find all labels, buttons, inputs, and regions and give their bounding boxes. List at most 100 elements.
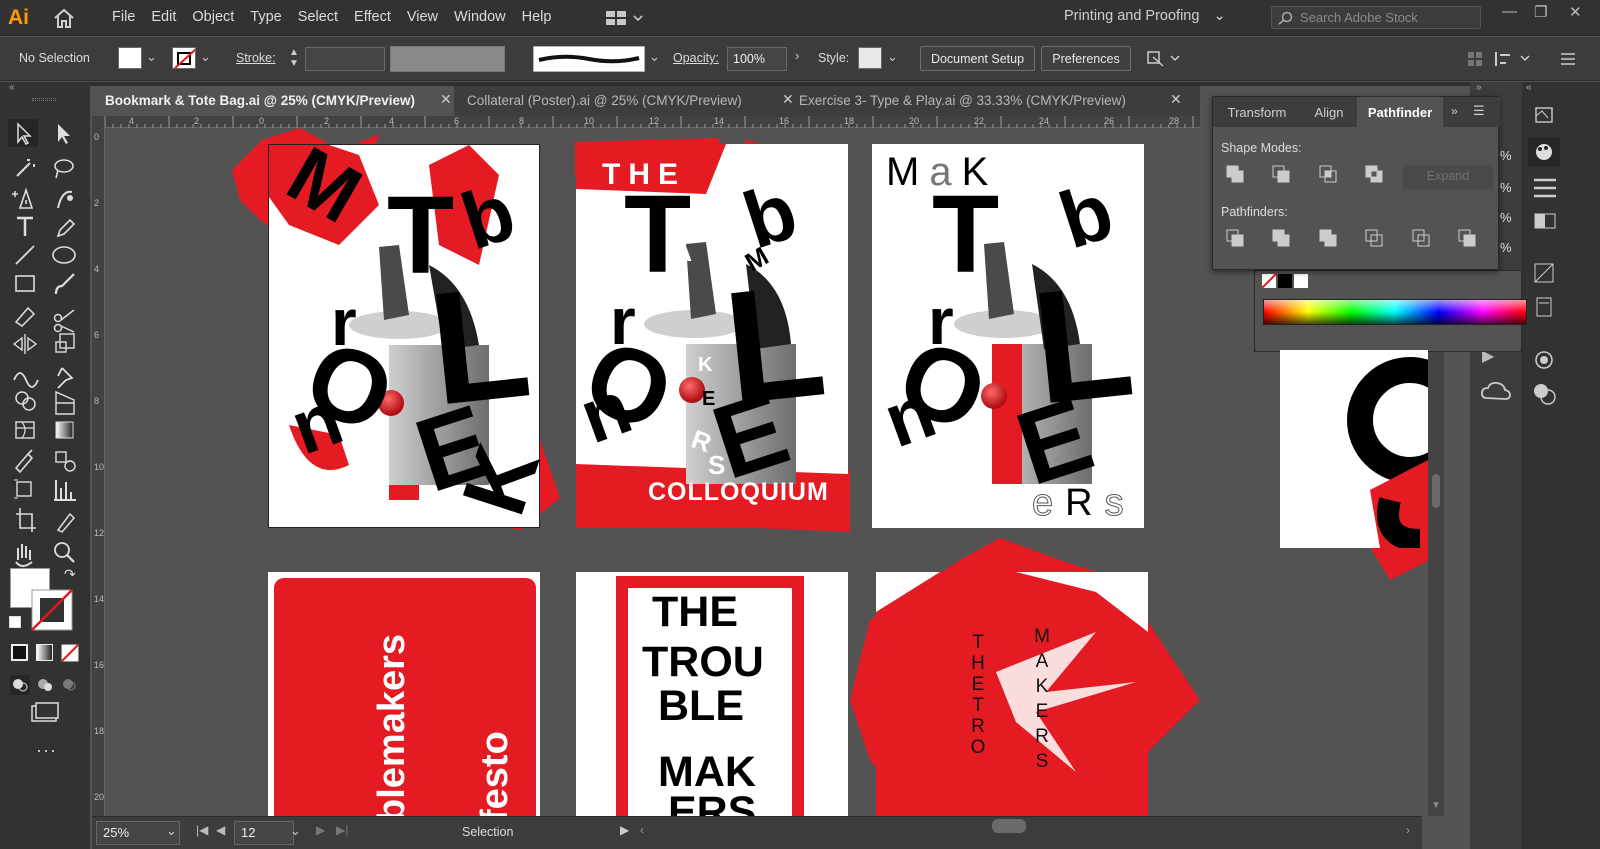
- tab-pathfinder[interactable]: Pathfinder: [1357, 97, 1443, 127]
- poster-colloquium: COLLOQUIUM: [648, 478, 829, 506]
- creative-cloud-icon[interactable]: [1480, 380, 1512, 404]
- home-icon[interactable]: [52, 7, 76, 29]
- menu-select[interactable]: Select: [298, 9, 338, 25]
- workspace-switcher[interactable]: Printing and Proofing ⌄: [1064, 8, 1226, 24]
- chevron-down-icon[interactable]: ⌄: [649, 49, 660, 65]
- ruler-label: 24: [1039, 116, 1050, 126]
- expand-button[interactable]: Expand: [1403, 165, 1493, 189]
- next-artboard-icon[interactable]: ▶: [316, 823, 325, 837]
- status-menu-icon[interactable]: ▶: [620, 823, 629, 837]
- scroll-left-icon[interactable]: ‹: [640, 823, 644, 837]
- opacity-field[interactable]: 100%: [727, 47, 787, 71]
- tab-align[interactable]: Align: [1301, 97, 1357, 127]
- stroke-swatch[interactable]: [172, 47, 196, 69]
- align-options-icon[interactable]: [1466, 49, 1546, 69]
- minimize-icon[interactable]: —: [1502, 3, 1517, 20]
- shape-mode-buttons[interactable]: [1225, 163, 1405, 187]
- last-artboard-icon[interactable]: ▶|: [336, 823, 348, 837]
- poster-small-letter: S: [708, 450, 726, 480]
- artboard-partial[interactable]: [1280, 350, 1428, 548]
- scroll-right-icon[interactable]: ›: [1406, 823, 1410, 837]
- scroll-down-icon[interactable]: ▼: [1431, 800, 1441, 811]
- first-artboard-icon[interactable]: |◀: [196, 823, 208, 837]
- close-tab-icon[interactable]: ✕: [1170, 91, 1182, 108]
- ruler-label: 22: [974, 116, 985, 126]
- arrange-documents-icon[interactable]: [605, 10, 645, 26]
- document-setup-button[interactable]: Document Setup: [920, 46, 1035, 71]
- pathfinder-buttons[interactable]: [1225, 227, 1495, 251]
- ruler-label: 18: [94, 726, 105, 736]
- more-tools-icon[interactable]: ···: [36, 740, 57, 761]
- brush-definition[interactable]: [533, 46, 645, 72]
- tab-collateral-poster[interactable]: Collateral (Poster).ai @ 25% (CMYK/Previ…: [454, 86, 784, 116]
- menu-file[interactable]: File: [112, 9, 135, 25]
- tab-exercise-3[interactable]: Exercise 3- Type & Play.ai @ 33.33% (CMY…: [786, 86, 1170, 116]
- menu-view[interactable]: View: [407, 9, 438, 25]
- artboard-bookmark-3[interactable]: THE TRO MAKERS: [876, 572, 1148, 816]
- artboard-number-field[interactable]: 12: [234, 821, 294, 845]
- stock-search-input[interactable]: Search Adobe Stock: [1271, 6, 1481, 29]
- prev-artboard-icon[interactable]: ◀: [216, 823, 225, 837]
- chevron-down-icon[interactable]: ⌄: [200, 49, 211, 65]
- current-tool-status[interactable]: Selection: [462, 825, 513, 839]
- chevron-right-icon[interactable]: ›: [795, 48, 799, 63]
- preferences-button[interactable]: Preferences: [1041, 46, 1131, 71]
- menu-bar: Ai File Edit Object Type Select Effect V…: [0, 0, 1600, 36]
- color-quick-swatches[interactable]: [1261, 269, 1311, 291]
- tab-transform[interactable]: Transform: [1213, 97, 1301, 127]
- poster-letter: R: [1065, 482, 1105, 524]
- menu-type[interactable]: Type: [250, 9, 281, 25]
- artboard-bookmark-1[interactable]: blemakers festo: [268, 572, 540, 816]
- color-spectrum[interactable]: [1263, 299, 1527, 325]
- stroke-weight-field[interactable]: [305, 47, 385, 71]
- ruler-label: 28: [1169, 116, 1180, 126]
- chevron-down-icon[interactable]: ⌄: [290, 823, 301, 839]
- close-window-icon[interactable]: ✕: [1569, 3, 1582, 21]
- maximize-icon[interactable]: ❐: [1534, 3, 1547, 21]
- spectrum-shade: [1264, 300, 1526, 324]
- chevron-down-icon[interactable]: ⌄: [146, 49, 157, 65]
- fill-swatch[interactable]: [118, 47, 142, 69]
- collapse-arrows-icon[interactable]: »: [1476, 82, 1482, 93]
- chevron-down-icon[interactable]: ⌄: [166, 823, 177, 839]
- scrollbar-thumb[interactable]: [1432, 474, 1440, 508]
- variable-width-profile[interactable]: [390, 46, 505, 72]
- panel-icons: [1528, 107, 1560, 405]
- color-mode-icon[interactable]: [11, 644, 28, 661]
- artboard-bookmark-2[interactable]: THE TROU BLE MAK ERS: [576, 572, 848, 816]
- workspace-label: Printing and Proofing: [1064, 8, 1200, 24]
- ruler-label: 4: [94, 264, 100, 274]
- menu-help[interactable]: Help: [522, 9, 552, 25]
- gradient-mode-icon[interactable]: [36, 644, 53, 661]
- collapse-arrows-icon[interactable]: «: [9, 82, 15, 93]
- menu-effect[interactable]: Effect: [354, 9, 391, 25]
- collapse-arrows-icon[interactable]: «: [1526, 82, 1532, 93]
- none-mode-icon[interactable]: [61, 644, 79, 662]
- artboard-poster-3[interactable]: MaK T b r O L u E eRs: [872, 144, 1144, 528]
- artboard-poster-2[interactable]: THE T b r O L u E A M K E R S COLLOQUIUM: [569, 144, 848, 528]
- arrange-icon[interactable]: [1145, 49, 1181, 69]
- menu-window[interactable]: Window: [454, 9, 506, 25]
- horizontal-ruler[interactable]: 4 2 0 2 4 6 8 10 12 14 16 18 20 22 24 26 28: [105, 116, 1200, 128]
- default-colors-icon[interactable]: [9, 616, 21, 628]
- vertical-ruler[interactable]: 0 2 4 6 8 10 12 14 16 18 20: [92, 116, 105, 816]
- draw-mode-icons[interactable]: [9, 674, 83, 696]
- panel-menu-icon[interactable]: ☰: [1473, 103, 1485, 119]
- tab-bookmark-tote-bag[interactable]: Bookmark & Tote Bag.ai @ 25% (CMYK/Previ…: [92, 86, 454, 116]
- menu-edit[interactable]: Edit: [151, 9, 176, 25]
- menu-icon[interactable]: [1560, 52, 1576, 66]
- opacity-label[interactable]: Opacity:: [673, 51, 719, 65]
- swap-fill-stroke-icon[interactable]: ↷: [64, 566, 76, 583]
- graphic-style-swatch[interactable]: [858, 47, 882, 69]
- stroke-color-box[interactable]: [30, 588, 74, 632]
- menu-object[interactable]: Object: [192, 9, 234, 25]
- chevron-down-icon[interactable]: ⌄: [887, 49, 898, 65]
- stroke-stepper[interactable]: ▲ ▼: [289, 47, 299, 69]
- stroke-label[interactable]: Stroke:: [236, 51, 276, 65]
- more-tabs-icon[interactable]: »: [1451, 104, 1458, 118]
- toolbar-grip[interactable]: [32, 98, 56, 101]
- screen-mode-icon[interactable]: [30, 702, 62, 726]
- close-tab-icon[interactable]: ✕: [440, 91, 452, 108]
- artboard-poster-1[interactable]: M T b r O L u E K: [268, 129, 559, 528]
- horizontal-scroll-thumb[interactable]: [992, 819, 1026, 833]
